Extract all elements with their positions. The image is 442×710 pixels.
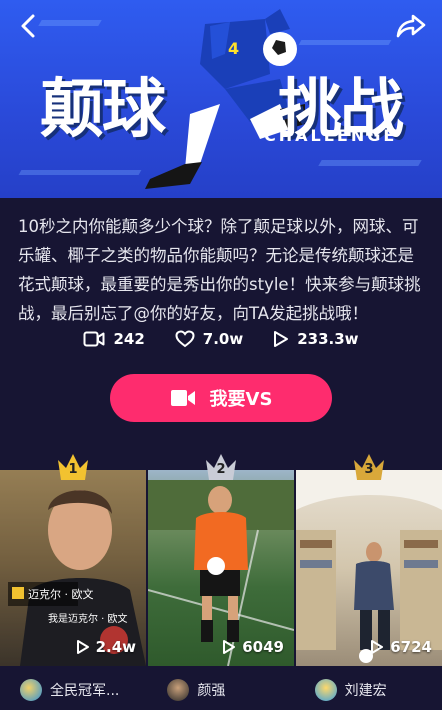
svg-text:4: 4: [228, 39, 239, 58]
like-count: 7.0w: [202, 330, 244, 348]
rank-crown-1: 1: [56, 452, 90, 482]
title-part: 颠球: [40, 73, 166, 147]
video-thumbnail-3[interactable]: 6724: [296, 470, 442, 666]
video-play-count: 6049: [242, 638, 284, 656]
video-count-stat: 242: [83, 330, 145, 348]
play-icon: [223, 640, 236, 654]
creator-name: 全民冠军...: [50, 683, 120, 699]
video-play-count: 2.4w: [95, 638, 136, 656]
play-count: 233.3w: [297, 330, 359, 348]
video-thumbnail-1[interactable]: 迈克尔 · 欧文 我是迈克尔 · 欧文 2.4w: [0, 470, 146, 666]
video-grid: 迈克尔 · 欧文 我是迈克尔 · 欧文 2.4w 6049 6724: [0, 470, 442, 666]
back-button[interactable]: [10, 8, 46, 44]
person-illustration: [148, 480, 294, 666]
play-icon: [274, 331, 289, 347]
heart-icon: [175, 330, 195, 348]
play-count-overlay: 6049: [222, 638, 284, 656]
creator-row: 全民冠军... 颜强 刘建宏: [0, 670, 442, 710]
avatar: [314, 679, 337, 701]
play-icon: [371, 640, 384, 654]
video-thumbnail-2[interactable]: 6049: [148, 470, 294, 666]
like-count-stat: 7.0w: [175, 330, 243, 348]
video-play-count: 6724: [390, 638, 432, 656]
vs-button-label: 我要VS: [209, 389, 273, 410]
creator-name: 刘建宏: [344, 683, 387, 699]
play-icon: [76, 640, 89, 654]
rank-number: 1: [68, 462, 78, 477]
challenge-description: 10秒之内你能颠多少个球？除了颠足球以外，网球、可乐罐、椰子之类的物品你能颠吗？…: [18, 217, 421, 323]
play-count-stat: 233.3w: [273, 330, 359, 348]
play-count-overlay: 6724: [370, 638, 432, 656]
creator-1[interactable]: 全民冠军...: [0, 670, 147, 710]
caption-name: 迈克尔 · 欧文: [28, 587, 94, 601]
caption-line: 我是迈克尔 · 欧文: [48, 612, 128, 625]
join-vs-button[interactable]: 我要VS: [110, 374, 332, 422]
challenge-banner: 4 颠球 挑战 CHALLENGE: [0, 0, 442, 198]
rank-number: 2: [216, 462, 226, 477]
play-count-overlay: 2.4w: [76, 638, 136, 656]
chevron-left-icon: [21, 14, 35, 38]
video-camera-icon: [170, 390, 195, 406]
rank-crown-2: 2: [204, 452, 238, 482]
rank-number: 3: [364, 462, 374, 477]
avatar: [167, 679, 190, 701]
rank-crown-3: 3: [352, 452, 386, 482]
stats-row: 242 7.0w 233.3w: [0, 330, 442, 348]
video-camera-icon: [83, 331, 105, 347]
creator-2[interactable]: 颜强: [147, 670, 294, 710]
share-arrow-icon: [396, 14, 426, 38]
video-count: 242: [113, 330, 145, 348]
creator-name: 颜强: [197, 683, 226, 699]
person-illustration: [296, 470, 442, 663]
creator-3[interactable]: 刘建宏: [295, 670, 442, 710]
person-illustration: 迈克尔 · 欧文 我是迈克尔 · 欧文: [0, 470, 146, 666]
challenge-subtitle: CHALLENGE: [264, 126, 398, 145]
avatar: [20, 679, 42, 701]
share-button[interactable]: [392, 8, 430, 44]
